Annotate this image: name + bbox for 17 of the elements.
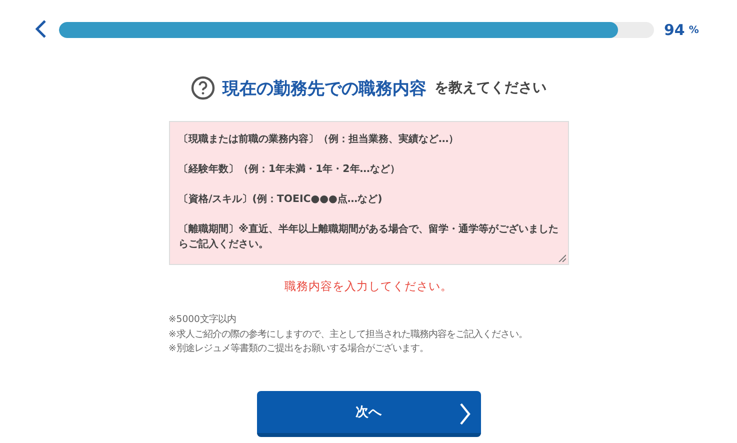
placeholder-text: 〔現職または前職の業務内容〕（例：担当業務、実績など…） <box>178 132 460 147</box>
placeholder-text: 〔離職期間〕※直近、半年以上離職期間がある場合で、留学・通学等がございましたらご記入ください。 <box>178 222 558 252</box>
question-icon <box>190 76 214 100</box>
chevron-right-icon <box>458 402 470 424</box>
note-text: ※別途レジュメ等書類のご提出をお願いする場合がございます。 <box>168 342 430 356</box>
note-text: ※求人ご紹介の際の参考にしますので、主として担当された職務内容をご記入ください。 <box>168 328 528 342</box>
error-message: 職務内容を入力してください。 <box>284 279 452 295</box>
job-description-field[interactable]: 〔現職または前職の業務内容〕（例：担当業務、実績など…） 〔経験年数〕（例：1年未満・1年・2年…など） 〔資格/スキル〕(例：TOEIC●●●点…など) 〔離職期間〕※直近、半年以上離職期間がある場合で、留学・通学等がございましたらご記入ください。 <box>168 121 568 265</box>
question-highlight: 現在の勤務先での職務内容 <box>222 78 426 100</box>
resize-handle-icon <box>558 254 566 262</box>
placeholder-text: 〔経験年数〕（例：1年未満・1年・2年…など） <box>178 162 401 177</box>
next-button[interactable]: 次へ <box>256 390 480 436</box>
question-text: を教えてください <box>434 79 546 97</box>
percent-unit: % <box>688 24 699 36</box>
placeholder-text: 〔資格/スキル〕(例：TOEIC●●●点…など) <box>178 192 384 207</box>
note-text: ※5000文字以内 <box>168 313 237 327</box>
progress-percent: 94 <box>664 21 685 39</box>
